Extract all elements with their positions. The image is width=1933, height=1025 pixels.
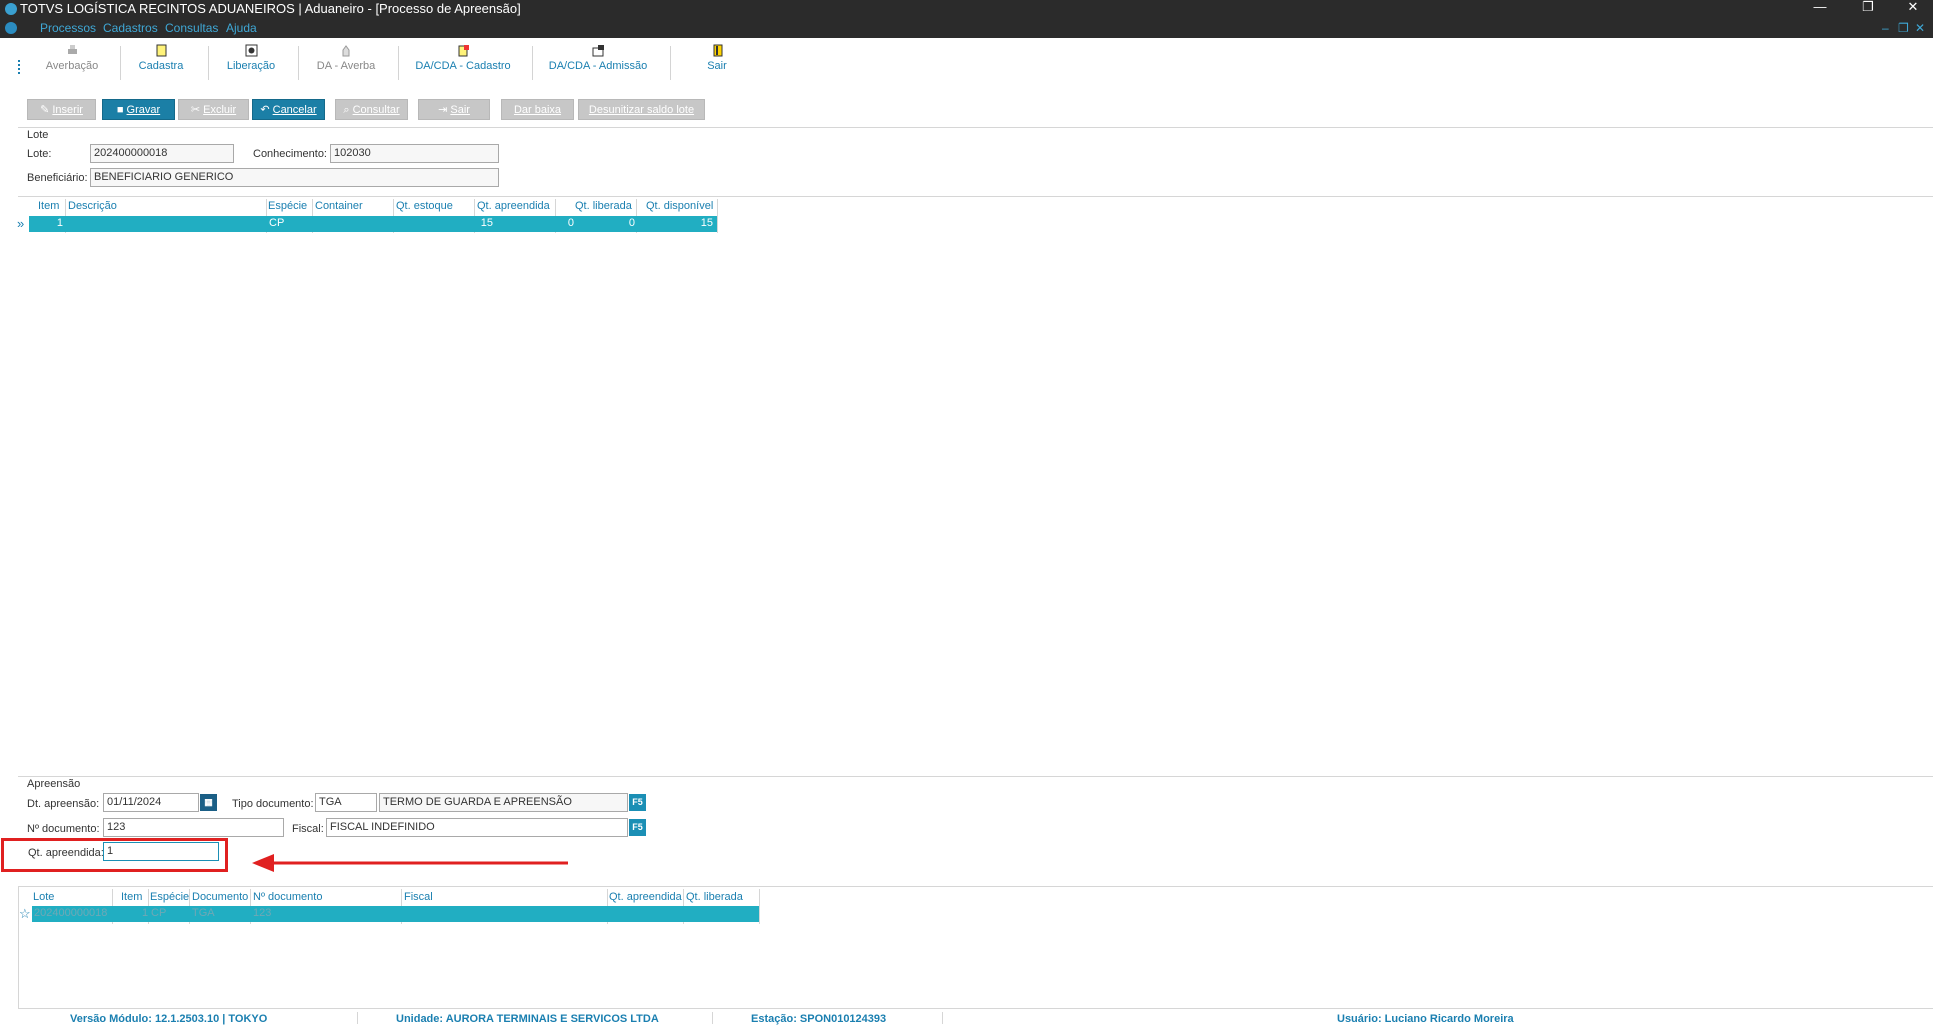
exit-icon: ⇥: [438, 104, 448, 116]
minimize-button[interactable]: —: [1800, 0, 1840, 18]
apreensao-header-lote[interactable]: Lote: [33, 891, 54, 903]
items-header-qt-estoque[interactable]: Qt. estoque: [396, 200, 453, 212]
apreensao-header-item[interactable]: Item: [121, 891, 142, 903]
items-header-especie[interactable]: Espécie: [268, 200, 307, 212]
cancelar-button[interactable]: ↶ Cancelar: [252, 99, 325, 120]
sair-button[interactable]: ⇥ Sair: [418, 99, 490, 120]
menu-consultas[interactable]: Consultas: [165, 21, 218, 35]
menu-processos[interactable]: Processos: [40, 21, 96, 35]
tool-sair[interactable]: Sair: [702, 44, 732, 72]
close-button[interactable]: ✕: [1893, 0, 1933, 18]
tool-da-cda-cadastro[interactable]: DA/CDA - Cadastro: [413, 44, 513, 72]
lote-label: Lote:: [27, 148, 52, 160]
tool-liberacao[interactable]: Liberação: [223, 44, 279, 72]
dt-apreensao-field[interactable]: 01/11/2024: [103, 793, 199, 812]
tipo-documento-lookup-button[interactable]: F5: [629, 794, 646, 811]
window-title: TOTVS LOGÍSTICA RECINTOS ADUANEIROS | Ad…: [20, 1, 521, 16]
lote-field[interactable]: 202400000018: [90, 144, 234, 163]
mdi-restore-icon[interactable]: ❐: [1898, 21, 1909, 35]
fiscal-field[interactable]: FISCAL INDEFINIDO: [326, 818, 628, 837]
items-header-qt-apreendida[interactable]: Qt. apreendida: [477, 200, 550, 212]
status-versao: Versão Módulo: 12.1.2503.10 | TOKYO: [70, 1013, 268, 1025]
calendar-icon[interactable]: ▦: [200, 794, 217, 811]
dt-apreensao-label: Dt. apreensão:: [27, 798, 100, 810]
beneficiario-field[interactable]: BENEFICIARIO GENERICO: [90, 168, 499, 187]
module-toolbar: Averbação Cadastra Liberação DA - Averba…: [0, 38, 1933, 84]
apreensao-header-qt-liberada[interactable]: Qt. liberada: [686, 891, 743, 903]
menu-ajuda[interactable]: Ajuda: [226, 21, 257, 35]
annotation-arrow-icon: [252, 854, 568, 872]
table-row[interactable]: 1 CP 15 0 0 15: [29, 216, 717, 232]
apreensao-header-qt-apreendida[interactable]: Qt. apreendida: [609, 891, 682, 903]
row-pointer-icon: »: [17, 216, 25, 231]
items-header-item[interactable]: Item: [38, 200, 59, 212]
exit-door-icon: [713, 44, 722, 57]
numero-documento-label: Nº documento:: [27, 823, 100, 835]
tipo-documento-label: Tipo documento:: [232, 798, 314, 810]
mdi-minimize-icon[interactable]: –: [1882, 21, 1889, 35]
restore-button[interactable]: ❐: [1848, 0, 1888, 18]
printer-icon: [67, 45, 77, 54]
items-header-qt-liberada[interactable]: Qt. liberada: [575, 200, 632, 212]
excluir-button[interactable]: ✂ Excluir: [178, 99, 249, 120]
fiscal-lookup-button[interactable]: F5: [629, 819, 646, 836]
numero-documento-field[interactable]: 123: [103, 818, 284, 837]
undo-icon: ↶: [260, 104, 270, 116]
save-icon: ■: [116, 104, 124, 116]
toolbar-grip: [18, 60, 23, 74]
tipo-documento-desc-field: TERMO DE GUARDA E APREENSÃO: [379, 793, 628, 812]
fiscal-label: Fiscal:: [292, 823, 324, 835]
hand-icon: [342, 45, 349, 57]
apreensao-header-n-documento[interactable]: Nº documento: [253, 891, 322, 903]
document-icon: [156, 44, 166, 57]
lote-section-title: Lote: [27, 129, 49, 141]
consultar-button[interactable]: ⌕ Consultar: [335, 99, 408, 120]
tipo-documento-code-field[interactable]: TGA: [315, 793, 377, 812]
gravar-button[interactable]: ■ Gravar: [102, 99, 175, 120]
conhecimento-field[interactable]: 102030: [330, 144, 499, 163]
apreensao-header-especie[interactable]: Espécie: [150, 891, 189, 903]
table-row[interactable]: 202400000018 1 CP TGA 123: [32, 906, 759, 922]
items-header-container[interactable]: Container: [315, 200, 363, 212]
annotation-highlight-box: [1, 838, 228, 872]
inserir-button[interactable]: ✎ Inserir: [27, 99, 96, 120]
search-icon: ⌕: [343, 104, 350, 116]
status-estacao: Estação: SPON010124393: [751, 1013, 887, 1025]
document-edit-icon: [458, 45, 469, 57]
release-icon: [245, 44, 257, 57]
status-unidade: Unidade: AURORA TERMINAIS E SERVICOS LTD…: [396, 1013, 659, 1025]
app-globe-icon: [5, 3, 17, 15]
tool-da-cda-admissao[interactable]: DA/CDA - Admissão: [547, 44, 649, 72]
row-star-icon: ☆: [19, 906, 31, 921]
dar-baixa-button[interactable]: Dar baixa: [501, 99, 574, 120]
status-bar: Versão Módulo: 12.1.2503.10 | TOKYO Unid…: [0, 1010, 1933, 1025]
insert-icon: ✎: [40, 104, 50, 116]
menu-cadastros[interactable]: Cadastros: [103, 21, 158, 35]
conhecimento-label: Conhecimento:: [253, 148, 327, 160]
apreensao-header-fiscal[interactable]: Fiscal: [404, 891, 433, 903]
mdi-close-icon[interactable]: ✕: [1915, 21, 1925, 35]
items-header-qt-disponivel[interactable]: Qt. disponível: [646, 200, 713, 212]
desunitizar-button[interactable]: Desunitizar saldo lote: [578, 99, 705, 120]
tool-da-averba[interactable]: DA - Averba: [313, 44, 379, 72]
tool-averbacao[interactable]: Averbação: [44, 44, 100, 72]
tool-cadastra[interactable]: Cadastra: [135, 44, 187, 72]
apreensao-section-title: Apreensão: [27, 778, 81, 790]
menu-bar: Processos Cadastros Consultas Ajuda – ❐ …: [0, 18, 1933, 38]
beneficiario-label: Beneficiário:: [27, 172, 88, 184]
menu-globe-icon: [5, 22, 17, 34]
items-header-descricao[interactable]: Descrição: [68, 200, 117, 212]
delete-icon: ✂: [190, 104, 201, 116]
admission-icon: [592, 45, 604, 57]
apreensao-header-documento[interactable]: Documento: [192, 891, 248, 903]
title-bar: TOTVS LOGÍSTICA RECINTOS ADUANEIROS | Ad…: [0, 0, 1933, 18]
status-usuario: Usuário: Luciano Ricardo Moreira: [1337, 1013, 1514, 1025]
